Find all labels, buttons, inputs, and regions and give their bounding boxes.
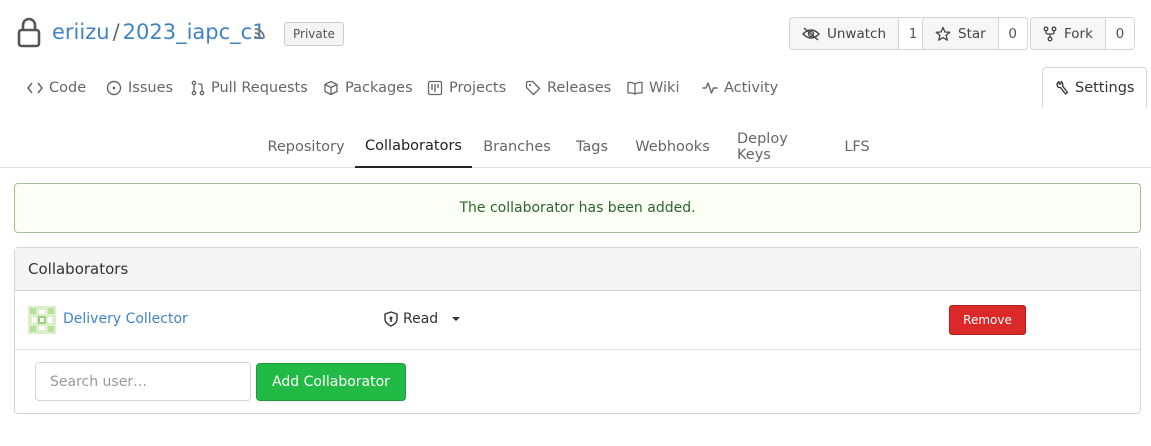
tab-settings[interactable]: Settings <box>1042 67 1148 108</box>
settings-tab-repository[interactable]: Repository <box>267 126 344 167</box>
search-user-input[interactable] <box>35 362 251 401</box>
tab-projects-label: Projects <box>449 80 507 96</box>
permission-dropdown[interactable]: Read <box>384 311 461 327</box>
eye-closed-icon <box>802 26 820 41</box>
repo-header: eriizu / 2023_iapc_c1 Private Unwatch 1 <box>0 0 1151 68</box>
add-collaborator-form: Add Collaborator <box>15 350 1140 413</box>
tab-activity[interactable]: Activity <box>702 68 778 108</box>
fork-button-group: Fork 0 <box>1030 17 1135 50</box>
star-count[interactable]: 0 <box>998 18 1027 49</box>
avatar[interactable] <box>28 306 56 334</box>
tag-icon <box>525 80 541 96</box>
collaborators-panel: Collaborators Delivery Collector Read Re… <box>14 247 1141 414</box>
pulse-icon <box>702 81 718 95</box>
package-icon <box>323 80 339 96</box>
settings-tab-webhooks[interactable]: Webhooks <box>635 126 710 167</box>
settings-nav: Repository Collaborators Branches Tags W… <box>0 126 1151 168</box>
dropdown-caret-icon <box>451 316 461 322</box>
lock-icon <box>16 16 42 48</box>
unwatch-button[interactable]: Unwatch <box>790 18 900 49</box>
tab-wiki[interactable]: Wiki <box>627 68 679 108</box>
pull-request-icon <box>191 80 205 96</box>
path-separator: / <box>112 20 120 44</box>
collaborators-header: Collaborators <box>15 248 1140 291</box>
tab-projects[interactable]: Projects <box>427 68 506 108</box>
fork-icon <box>1043 26 1057 42</box>
repo-name-link[interactable]: 2023_iapc_c1 <box>123 20 266 44</box>
settings-tab-deploy-keys[interactable]: Deploy Keys <box>737 126 814 167</box>
star-label: Star <box>958 25 986 42</box>
collaborator-name-link[interactable]: Delivery Collector <box>63 311 188 327</box>
settings-tab-branches[interactable]: Branches <box>483 126 551 167</box>
tab-issues[interactable]: Issues <box>106 68 173 108</box>
unwatch-label: Unwatch <box>827 25 887 42</box>
settings-tab-lfs[interactable]: LFS <box>844 126 869 167</box>
tab-pull-requests[interactable]: Pull Requests <box>191 68 308 108</box>
rss-icon[interactable] <box>252 25 268 41</box>
tab-code-label: Code <box>49 80 87 96</box>
tool-icon <box>1055 80 1069 96</box>
tab-releases-label: Releases <box>547 80 612 96</box>
repo-tabs: Code Issues Pull Requests Packages Proje… <box>0 67 1151 108</box>
remove-collaborator-button[interactable]: Remove <box>949 305 1026 335</box>
star-button[interactable]: Star <box>923 18 999 49</box>
tab-activity-label: Activity <box>724 80 779 96</box>
tab-packages-label: Packages <box>345 80 413 96</box>
settings-tab-tags[interactable]: Tags <box>576 126 608 167</box>
fork-button[interactable]: Fork <box>1031 18 1106 49</box>
book-icon <box>627 81 643 95</box>
tab-code[interactable]: Code <box>27 68 86 108</box>
tab-releases[interactable]: Releases <box>525 68 611 108</box>
settings-tab-collaborators[interactable]: Collaborators <box>355 126 472 168</box>
collaborator-row: Delivery Collector Read Remove <box>15 291 1140 350</box>
repo-owner-link[interactable]: eriizu <box>52 20 110 44</box>
add-collaborator-button[interactable]: Add Collaborator <box>256 363 406 401</box>
star-icon <box>935 26 951 42</box>
tab-pull-requests-label: Pull Requests <box>211 80 308 96</box>
repo-path: eriizu / 2023_iapc_c1 <box>52 20 266 44</box>
success-flash-message: The collaborator has been added. <box>14 183 1141 233</box>
issue-icon <box>106 80 122 96</box>
private-badge: Private <box>284 22 344 46</box>
tab-wiki-label: Wiki <box>649 80 680 96</box>
fork-label: Fork <box>1064 25 1093 42</box>
tab-packages[interactable]: Packages <box>323 68 413 108</box>
shield-lock-icon <box>384 311 398 327</box>
permission-label: Read <box>403 311 439 327</box>
fork-count[interactable]: 0 <box>1105 18 1134 49</box>
star-button-group: Star 0 <box>922 17 1028 50</box>
watch-button-group: Unwatch 1 <box>789 17 929 50</box>
tab-issues-label: Issues <box>128 80 174 96</box>
tab-settings-label: Settings <box>1075 80 1135 96</box>
code-icon <box>27 81 43 95</box>
project-board-icon <box>427 80 443 96</box>
